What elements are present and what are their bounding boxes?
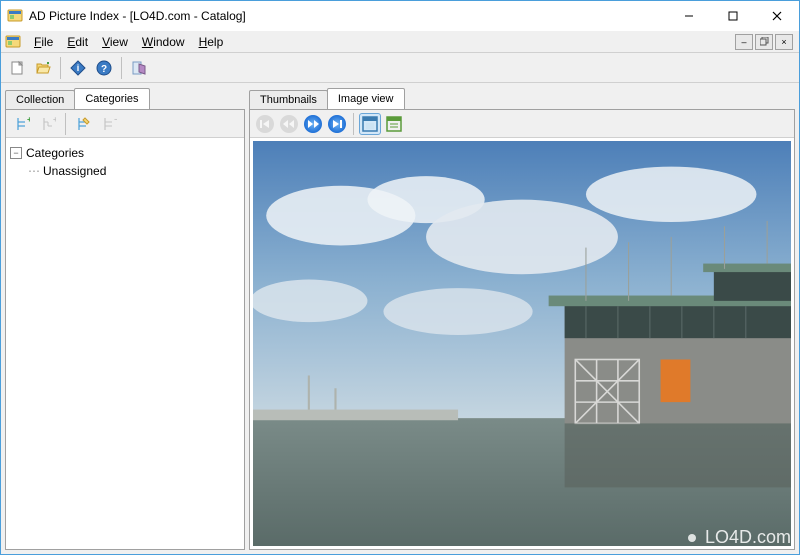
left-pane-body: + + − − Categories bbox=[5, 109, 245, 550]
tree-connector-icon: ⋯ bbox=[28, 164, 39, 178]
mdi-restore-button[interactable] bbox=[755, 34, 773, 50]
svg-text:?: ? bbox=[101, 64, 107, 75]
right-pane: Thumbnails Image view bbox=[249, 87, 795, 550]
tree-root-label: Categories bbox=[26, 146, 84, 160]
app-window: AD Picture Index - [LO4D.com - Catalog] … bbox=[0, 0, 800, 555]
menubar: File Edit View Window Help – × bbox=[1, 31, 799, 53]
tree-child-label: Unassigned bbox=[43, 164, 106, 178]
add-subcategory-button[interactable]: + bbox=[36, 112, 60, 136]
first-image-button[interactable] bbox=[254, 113, 276, 135]
menu-help-rest: elp bbox=[207, 35, 223, 49]
toolbar-separator-1 bbox=[60, 57, 61, 79]
mdi-buttons: – × bbox=[735, 34, 795, 50]
open-catalog-button[interactable] bbox=[31, 56, 55, 80]
menu-view[interactable]: View bbox=[95, 33, 135, 51]
mdi-close-button[interactable]: × bbox=[775, 34, 793, 50]
close-button[interactable] bbox=[755, 2, 799, 30]
properties-button[interactable]: i bbox=[66, 56, 90, 80]
menu-edit[interactable]: Edit bbox=[60, 33, 95, 51]
collapse-icon[interactable]: − bbox=[10, 147, 22, 159]
tree-root-row[interactable]: − Categories bbox=[10, 144, 240, 162]
mdi-app-icon bbox=[5, 34, 21, 50]
image-toolbar-separator bbox=[353, 113, 354, 135]
content-area: Collection Categories + + − bbox=[1, 83, 799, 554]
next-image-button[interactable] bbox=[302, 113, 324, 135]
tab-image-view[interactable]: Image view bbox=[327, 88, 405, 109]
main-toolbar: i ? bbox=[1, 53, 799, 83]
help-button[interactable]: ? bbox=[92, 56, 116, 80]
category-toolbar-separator bbox=[65, 113, 66, 135]
maximize-button[interactable] bbox=[711, 2, 755, 30]
edit-category-button[interactable] bbox=[71, 112, 95, 136]
right-tabs: Thumbnails Image view bbox=[249, 87, 795, 109]
menu-view-rest: iew bbox=[110, 35, 128, 49]
image-view-toolbar bbox=[250, 110, 794, 138]
prev-image-button[interactable] bbox=[278, 113, 300, 135]
menu-window[interactable]: Window bbox=[135, 33, 192, 51]
right-pane-body bbox=[249, 109, 795, 550]
left-tabs: Collection Categories bbox=[5, 87, 245, 109]
svg-text:+: + bbox=[27, 116, 30, 124]
category-tree[interactable]: − Categories ⋯ Unassigned bbox=[6, 138, 244, 549]
exit-button[interactable] bbox=[127, 56, 151, 80]
image-viewer[interactable] bbox=[250, 138, 794, 549]
fit-window-button[interactable] bbox=[359, 113, 381, 135]
new-catalog-button[interactable] bbox=[5, 56, 29, 80]
actual-size-button[interactable] bbox=[383, 113, 405, 135]
last-image-button[interactable] bbox=[326, 113, 348, 135]
svg-text:i: i bbox=[77, 63, 80, 73]
category-toolbar: + + − bbox=[6, 110, 244, 138]
mdi-minimize-button[interactable]: – bbox=[735, 34, 753, 50]
tab-collection[interactable]: Collection bbox=[5, 90, 75, 109]
menu-window-rest: indow bbox=[153, 35, 184, 49]
add-category-button[interactable]: + bbox=[10, 112, 34, 136]
tab-categories[interactable]: Categories bbox=[74, 88, 149, 109]
menu-file-rest: ile bbox=[41, 35, 53, 49]
tree-child-row[interactable]: ⋯ Unassigned bbox=[28, 162, 240, 180]
titlebar: AD Picture Index - [LO4D.com - Catalog] bbox=[1, 1, 799, 31]
delete-category-button[interactable]: − bbox=[97, 112, 121, 136]
menu-edit-rest: dit bbox=[75, 35, 88, 49]
toolbar-separator-2 bbox=[121, 57, 122, 79]
left-pane: Collection Categories + + − bbox=[5, 87, 245, 550]
menu-file[interactable]: File bbox=[27, 33, 60, 51]
svg-text:+: + bbox=[53, 116, 56, 124]
svg-text:−: − bbox=[114, 116, 117, 124]
tab-thumbnails[interactable]: Thumbnails bbox=[249, 90, 328, 109]
minimize-button[interactable] bbox=[667, 2, 711, 30]
displayed-image bbox=[253, 141, 791, 546]
app-icon bbox=[7, 8, 23, 24]
tree-children: ⋯ Unassigned bbox=[28, 162, 240, 180]
menu-help[interactable]: Help bbox=[192, 33, 231, 51]
window-title: AD Picture Index - [LO4D.com - Catalog] bbox=[29, 9, 667, 23]
